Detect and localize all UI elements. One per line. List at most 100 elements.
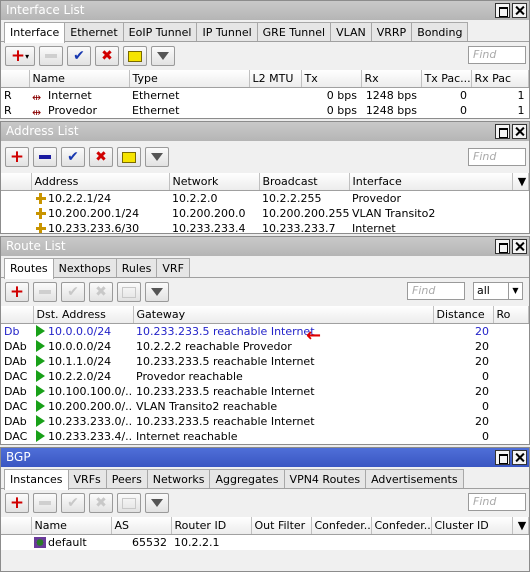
col-l2mtu[interactable]: L2 MTU (249, 70, 302, 88)
filter-select[interactable]: all ▼ (473, 282, 523, 300)
find-input[interactable]: Find (468, 148, 526, 166)
table-row[interactable]: DAC 10.233.233.4/... Internet reachable … (1, 429, 529, 444)
disable-button[interactable]: ✖ (95, 46, 119, 66)
col-router-id[interactable]: Router ID (171, 517, 252, 535)
comment-button[interactable] (117, 147, 141, 167)
close-icon[interactable] (512, 3, 527, 18)
col-cluster-id[interactable]: Cluster ID (431, 517, 513, 535)
tab-bonding[interactable]: Bonding (411, 22, 469, 41)
col-network[interactable]: Network (169, 173, 260, 191)
enable-button[interactable]: ✔ (61, 493, 85, 513)
tab-vlan[interactable]: VLAN (330, 22, 372, 41)
tab-vpn4-routes[interactable]: VPN4 Routes (283, 469, 367, 488)
enable-button[interactable]: ✔ (67, 46, 91, 66)
col-out-filter[interactable]: Out Filter (251, 517, 312, 535)
table-row[interactable]: 10.200.200.1/24 10.200.200.0 10.200.200.… (1, 206, 529, 221)
table-row[interactable]: R ⇹ Internet Ethernet 0 bps 1248 bps 0 1 (1, 87, 529, 103)
route-list-titlebar[interactable]: Route List (1, 237, 529, 256)
tab-advertisements[interactable]: Advertisements (365, 469, 464, 488)
filter-button[interactable] (145, 493, 169, 513)
close-icon[interactable] (512, 239, 527, 254)
tab-aggregates[interactable]: Aggregates (209, 469, 285, 488)
table-row[interactable]: DAb 10.0.0.0/24 10.2.2.2 reachable Prove… (1, 339, 529, 354)
add-button[interactable]: + ▾ (5, 46, 35, 66)
enable-button[interactable]: ✔ (61, 147, 85, 167)
col-name[interactable]: Name (29, 70, 130, 88)
col-interface[interactable]: Interface (349, 173, 513, 191)
tab-vrrp[interactable]: VRRP (370, 22, 413, 41)
tab-peers[interactable]: Peers (105, 469, 148, 488)
bgp-titlebar[interactable]: BGP (1, 448, 529, 467)
tab-eoip-tunnel[interactable]: EoIP Tunnel (122, 22, 198, 41)
add-button[interactable]: + (5, 493, 29, 513)
filter-button[interactable] (151, 46, 175, 66)
col-confederation-peers[interactable]: Confeder... (371, 517, 432, 535)
disable-button[interactable]: ✖ (89, 493, 113, 513)
column-menu-icon[interactable]: ▼ (512, 517, 529, 535)
table-row[interactable]: Db 10.0.0.0/24 10.233.233.5 reachable In… (1, 323, 529, 339)
remove-button[interactable] (33, 282, 57, 302)
tab-nexthops[interactable]: Nexthops (52, 258, 117, 277)
maximize-icon[interactable] (495, 450, 510, 465)
col-as[interactable]: AS (111, 517, 172, 535)
tab-routes[interactable]: Routes (4, 258, 54, 279)
table-row[interactable]: R ⇹ Provedor Ethernet 0 bps 1248 bps 0 1 (1, 103, 529, 118)
col-dst-address[interactable]: Dst. Address (33, 306, 134, 324)
tab-vrf[interactable]: VRF (156, 258, 190, 277)
tab-instances[interactable]: Instances (4, 469, 69, 490)
col-name[interactable]: Name (31, 517, 112, 535)
table-row[interactable]: DAb 10.100.100.0/... 10.233.233.5 reacha… (1, 384, 529, 399)
add-button[interactable]: + (5, 282, 29, 302)
comment-button[interactable] (117, 282, 141, 302)
maximize-icon[interactable] (495, 124, 510, 139)
tab-vrfs[interactable]: VRFs (67, 469, 107, 488)
interface-list-titlebar[interactable]: Interface List (1, 1, 529, 20)
maximize-icon[interactable] (495, 3, 510, 18)
comment-button[interactable] (123, 46, 147, 66)
enable-button[interactable]: ✔ (61, 282, 85, 302)
find-input[interactable]: Find (407, 282, 465, 300)
col-confederation[interactable]: Confeder... (311, 517, 372, 535)
filter-button[interactable] (145, 147, 169, 167)
add-button[interactable]: + (5, 147, 29, 167)
comment-button[interactable] (117, 493, 141, 513)
disable-button[interactable]: ✖ (89, 147, 113, 167)
tab-ethernet[interactable]: Ethernet (64, 22, 124, 41)
remove-button[interactable] (33, 147, 57, 167)
table-row[interactable]: DAC 10.2.2.0/24 Provedor reachable 0 (1, 369, 529, 384)
tab-interface[interactable]: Interface (4, 22, 66, 43)
find-input[interactable]: Find (468, 493, 526, 511)
table-row[interactable]: DAC 10.200.200.0/... VLAN Transito2 reac… (1, 399, 529, 414)
table-row[interactable]: DAb 10.233.233.0/... 10.233.233.5 reacha… (1, 414, 529, 429)
disable-button[interactable]: ✖ (89, 282, 113, 302)
address-list-titlebar[interactable]: Address List (1, 122, 529, 141)
tab-networks[interactable]: Networks (146, 469, 211, 488)
col-rx[interactable]: Rx (361, 70, 422, 88)
table-row[interactable]: DAb 10.1.1.0/24 10.233.233.5 reachable I… (1, 354, 529, 369)
maximize-icon[interactable] (495, 239, 510, 254)
column-menu-icon[interactable]: ▼ (512, 173, 529, 191)
col-tx[interactable]: Tx (301, 70, 362, 88)
close-icon[interactable] (512, 450, 527, 465)
col-routing-mark[interactable]: Ro (493, 306, 529, 324)
table-row[interactable]: 10.233.233.6/30 10.233.233.4 10.233.233.… (1, 221, 529, 233)
col-tx-packets[interactable]: Tx Pac... (421, 70, 472, 88)
col-flag[interactable] (1, 306, 34, 324)
col-flag[interactable] (1, 70, 30, 88)
col-rx-packets[interactable]: Rx Pac (471, 70, 529, 88)
tab-rules[interactable]: Rules (115, 258, 158, 277)
find-input[interactable]: Find (468, 46, 526, 64)
close-icon[interactable] (512, 124, 527, 139)
col-broadcast[interactable]: Broadcast (259, 173, 350, 191)
col-type[interactable]: Type (129, 70, 250, 88)
remove-button[interactable] (33, 493, 57, 513)
table-row[interactable]: default 65532 10.2.2.1 (1, 534, 529, 550)
filter-button[interactable] (145, 282, 169, 302)
tab-gre-tunnel[interactable]: GRE Tunnel (256, 22, 332, 41)
col-address[interactable]: Address (31, 173, 170, 191)
col-gateway[interactable]: Gateway (133, 306, 434, 324)
table-row[interactable]: 10.2.2.1/24 10.2.2.0 10.2.2.255 Provedor (1, 190, 529, 206)
remove-button[interactable] (39, 46, 63, 66)
tab-ip-tunnel[interactable]: IP Tunnel (196, 22, 258, 41)
col-distance[interactable]: Distance (433, 306, 494, 324)
